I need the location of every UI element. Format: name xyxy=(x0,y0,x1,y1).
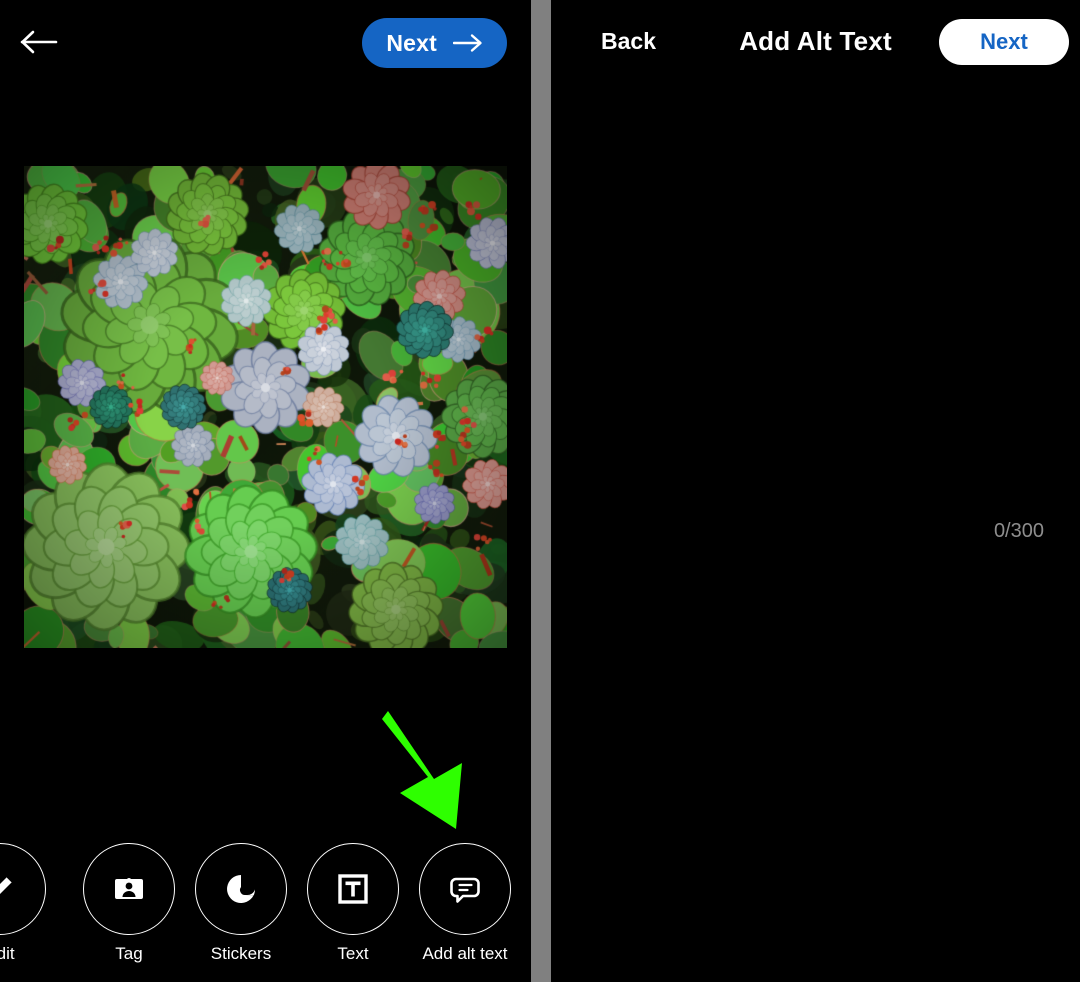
toolbar-label-stickers: Stickers xyxy=(210,944,272,963)
sticker-icon xyxy=(227,875,256,903)
alt-text-header: Back Add Alt Text Next xyxy=(551,0,1080,85)
toolbar-label-tag: Tag xyxy=(115,944,143,963)
toolbar-item-add-alt-text[interactable]: Add alt text xyxy=(417,843,513,964)
left-phone-screen: Next Edit xyxy=(0,0,531,982)
toolbar-item-stickers[interactable]: Stickers xyxy=(193,843,289,964)
text-box-icon xyxy=(338,874,368,904)
toolbar-item-edit[interactable]: Edit xyxy=(0,843,48,964)
add-alt-text-button[interactable] xyxy=(419,843,511,935)
toolbar-item-tag[interactable]: Tag xyxy=(81,843,177,964)
stickers-button[interactable] xyxy=(195,843,287,935)
tag-button[interactable] xyxy=(83,843,175,935)
character-counter: 0/300 xyxy=(993,520,1044,542)
edit-button[interactable] xyxy=(0,843,46,935)
next-button[interactable]: Next xyxy=(939,19,1069,65)
toolbar-label-edit: Edit xyxy=(0,944,15,963)
arrow-right-icon xyxy=(453,34,482,52)
text-button[interactable] xyxy=(307,843,399,935)
toolbar-label-add-alt-text: Add alt text xyxy=(422,944,508,963)
toolbar-label-text: Text xyxy=(337,944,369,963)
back-arrow-icon[interactable] xyxy=(18,20,62,64)
panel-divider xyxy=(531,0,551,982)
edit-toolbar: Edit Tag xyxy=(0,842,531,982)
annotation-arrow-icon xyxy=(378,705,498,835)
next-button[interactable]: Next xyxy=(362,18,507,68)
speech-bubble-icon xyxy=(450,877,480,903)
succulent-photo-canvas xyxy=(24,166,507,648)
toolbar-item-text[interactable]: Text xyxy=(305,843,401,964)
pencil-icon xyxy=(0,876,13,894)
person-badge-icon xyxy=(115,878,143,899)
main-photo[interactable] xyxy=(24,166,507,648)
arrow-left-icon xyxy=(20,30,58,54)
right-phone-screen: Back Add Alt Text Next Alt Text ? Write … xyxy=(551,0,1080,982)
next-button-label: Next xyxy=(980,29,1028,54)
screenshot-root: Next Edit xyxy=(0,0,1080,982)
next-button-label: Next xyxy=(386,29,437,56)
